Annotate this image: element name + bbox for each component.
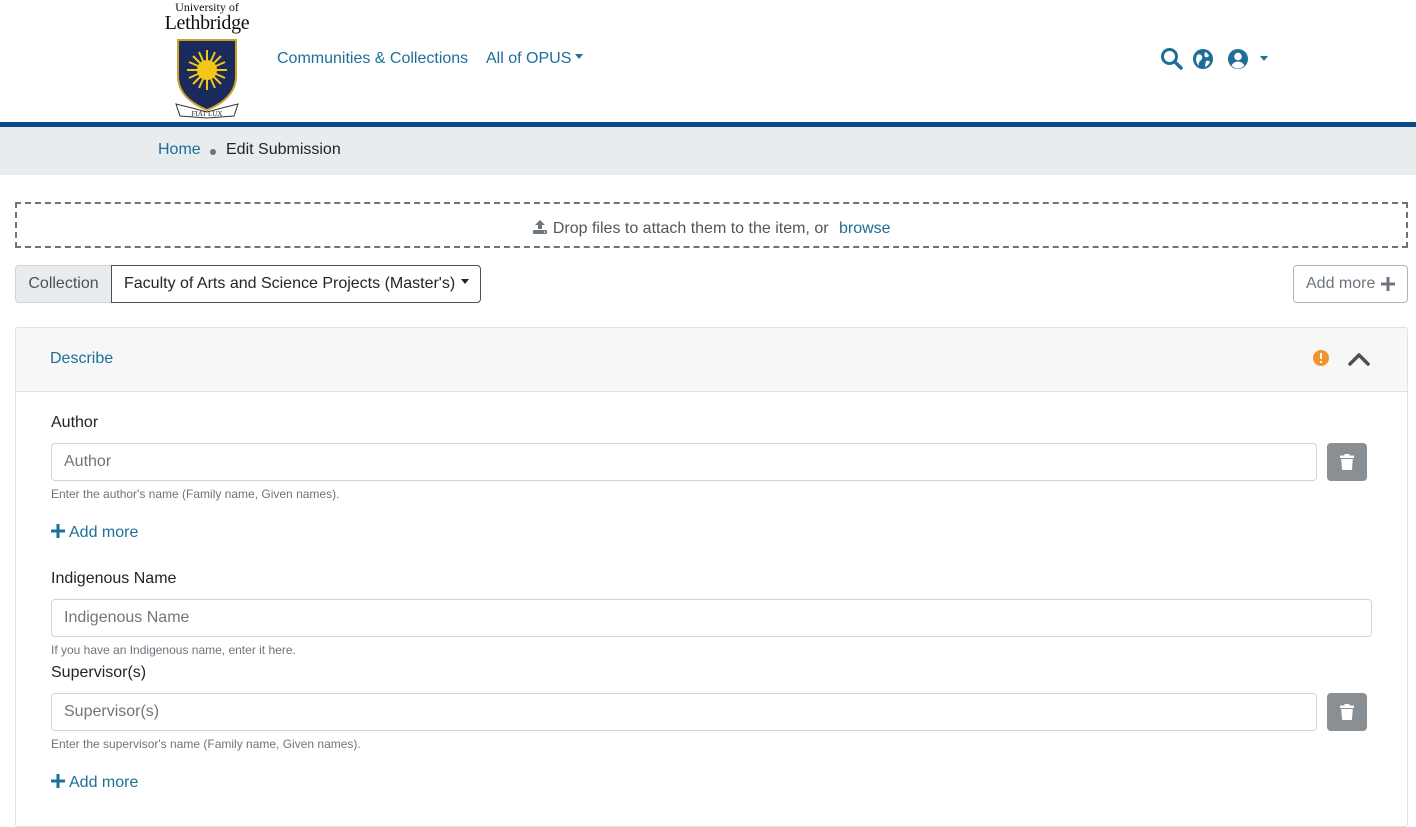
file-dropzone[interactable]: Drop files to attach them to the item, o… [15, 202, 1408, 248]
logo-motto: FIAT LUX [192, 110, 223, 118]
nav-all-of-opus[interactable]: All of OPUS [486, 50, 584, 68]
site-header: University of Lethbridge FIAT LUX Commun… [0, 0, 1416, 122]
indigenous-name-label: Indigenous Name [51, 570, 177, 587]
chevron-down-icon [461, 279, 470, 285]
user-menu[interactable] [1226, 47, 1268, 76]
delete-author-button[interactable] [1327, 443, 1367, 481]
add-more-label: Add more [1306, 275, 1376, 292]
dropzone-content: Drop files to attach them to the item, o… [17, 217, 1406, 238]
breadcrumb-separator [210, 149, 216, 155]
globe-icon[interactable] [1191, 47, 1215, 76]
section-header[interactable]: Describe [16, 328, 1407, 392]
author-input[interactable] [51, 443, 1317, 481]
section-title[interactable]: Describe [50, 350, 113, 368]
add-more-button[interactable]: Add more [1293, 265, 1408, 303]
logo-main-text: Lethbridge [164, 12, 250, 34]
supervisor-add-more-link[interactable]: Add more [51, 773, 138, 792]
trash-icon [1340, 704, 1354, 720]
delete-supervisor-button[interactable] [1327, 693, 1367, 731]
breadcrumb: Home Edit Submission [0, 127, 1416, 175]
author-label: Author [51, 414, 99, 431]
search-icon[interactable] [1160, 47, 1184, 76]
author-add-more-label: Add more [69, 524, 139, 541]
browse-link[interactable]: browse [839, 220, 891, 237]
nav-all-of-opus-label: All of OPUS [486, 50, 572, 67]
plus-icon [51, 774, 65, 788]
supervisor-help: Enter the supervisor's name (Family name… [51, 737, 361, 751]
breadcrumb-current: Edit Submission [226, 141, 341, 158]
nav-communities-label: Communities & Collections [277, 50, 469, 67]
indigenous-name-help: If you have an Indigenous name, enter it… [51, 643, 296, 657]
collection-label: Collection [15, 265, 112, 303]
plus-icon [1381, 277, 1395, 291]
supervisor-label: Supervisor(s) [51, 664, 147, 681]
breadcrumb-home[interactable]: Home [158, 141, 201, 159]
trash-icon [1340, 454, 1354, 470]
chevron-up-icon[interactable] [1348, 352, 1370, 366]
supervisor-add-more-label: Add more [69, 774, 139, 791]
collection-selected: Faculty of Arts and Science Projects (Ma… [124, 275, 456, 292]
author-help: Enter the author's name (Family name, Gi… [51, 487, 340, 501]
dropzone-text: Drop files to attach them to the item, o… [552, 220, 829, 237]
author-add-more-link[interactable]: Add more [51, 523, 138, 542]
user-circle-icon [1228, 49, 1248, 69]
chevron-down-icon [575, 54, 584, 60]
nav-communities-collections[interactable]: Communities & Collections [277, 50, 468, 68]
describe-section: Describe [15, 327, 1408, 827]
crest-icon: FIAT LUX [175, 39, 239, 119]
supervisor-input[interactable] [51, 693, 1317, 731]
university-logo[interactable]: University of Lethbridge FIAT LUX [162, 0, 252, 120]
plus-icon [51, 524, 65, 538]
upload-icon [533, 220, 548, 234]
warning-icon [1313, 350, 1329, 366]
chevron-down-icon [1260, 56, 1268, 61]
collection-select[interactable]: Faculty of Arts and Science Projects (Ma… [111, 265, 481, 303]
indigenous-name-input[interactable] [51, 599, 1372, 637]
